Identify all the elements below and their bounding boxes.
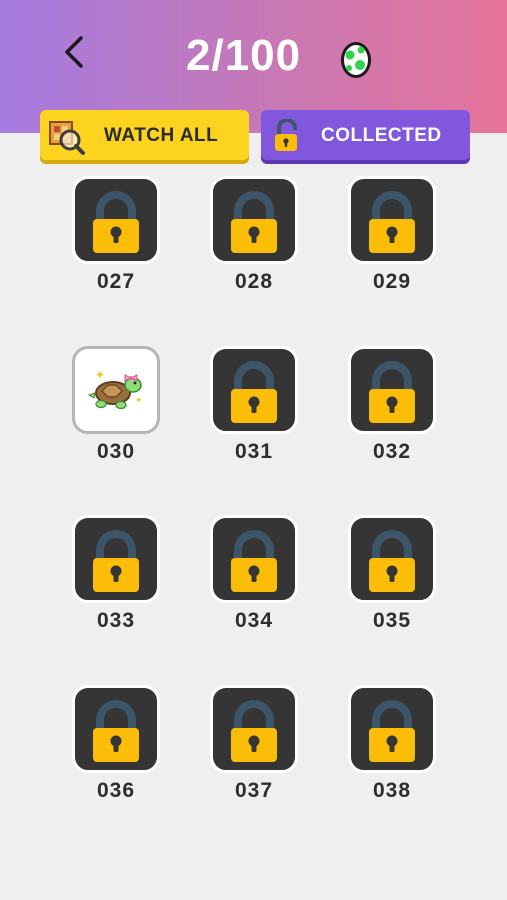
- item-number: 028: [234, 270, 274, 293]
- svg-text:✦: ✦: [95, 368, 105, 382]
- collection-item[interactable]: 029: [344, 176, 440, 306]
- padlock-icon: [93, 530, 139, 592]
- collection-item[interactable]: 034: [206, 515, 302, 645]
- padlock-icon: [93, 191, 139, 253]
- svg-text:✦: ✦: [135, 396, 143, 406]
- collected-label: COLLECTED: [321, 125, 442, 146]
- item-number: 037: [234, 779, 274, 802]
- collection-item[interactable]: 036: [68, 685, 164, 815]
- magnifier-pixel-icon: [49, 121, 85, 155]
- padlock-icon: [231, 191, 277, 253]
- locked-item-tile[interactable]: [348, 346, 436, 434]
- item-number: 030: [96, 440, 136, 463]
- collection-counter: 2/100: [186, 31, 302, 80]
- collected-tab[interactable]: COLLECTED: [261, 110, 470, 160]
- padlock-icon: [369, 700, 415, 762]
- padlock-icon: [369, 191, 415, 253]
- back-button[interactable]: [52, 30, 96, 74]
- watch-all-label: WATCH ALL: [104, 125, 219, 146]
- item-number: 027: [96, 270, 136, 293]
- locked-item-tile[interactable]: [210, 685, 298, 773]
- padlock-icon: [231, 700, 277, 762]
- collection-item[interactable]: ✦ ✦ 030: [68, 346, 164, 476]
- collection-item[interactable]: 038: [344, 685, 440, 815]
- chevron-left-icon: [65, 36, 83, 68]
- item-number: 035: [372, 609, 412, 632]
- item-number: 029: [372, 270, 412, 293]
- collection-item[interactable]: 027: [68, 176, 164, 306]
- item-number: 034: [234, 609, 274, 632]
- unlocked-item-tile[interactable]: ✦ ✦: [72, 346, 160, 434]
- item-number: 033: [96, 609, 136, 632]
- locked-item-tile[interactable]: [72, 685, 160, 773]
- locked-item-tile[interactable]: [210, 176, 298, 264]
- item-number: 036: [96, 779, 136, 802]
- locked-item-tile[interactable]: [348, 515, 436, 603]
- locked-item-tile[interactable]: [72, 515, 160, 603]
- collection-item[interactable]: 035: [344, 515, 440, 645]
- padlock-icon: [369, 530, 415, 592]
- locked-item-tile[interactable]: [210, 346, 298, 434]
- collection-item[interactable]: 033: [68, 515, 164, 645]
- collection-item[interactable]: 028: [206, 176, 302, 306]
- item-number: 031: [234, 440, 274, 463]
- locked-item-tile[interactable]: [72, 176, 160, 264]
- padlock-icon: [231, 530, 277, 592]
- collection-item[interactable]: 032: [344, 346, 440, 476]
- item-number: 032: [372, 440, 412, 463]
- padlock-icon: [231, 361, 277, 423]
- item-number: 038: [372, 779, 412, 802]
- open-padlock-icon: [275, 119, 297, 151]
- green-spotted-egg-icon: [341, 42, 371, 78]
- padlock-icon: [93, 700, 139, 762]
- collection-item[interactable]: 031: [206, 346, 302, 476]
- turtle-with-bow-icon: ✦✦: [87, 368, 143, 410]
- watch-all-tab[interactable]: WATCH ALL: [40, 110, 249, 160]
- locked-item-tile[interactable]: [348, 176, 436, 264]
- collection-item[interactable]: 037: [206, 685, 302, 815]
- padlock-icon: [369, 361, 415, 423]
- locked-item-tile[interactable]: [348, 685, 436, 773]
- locked-item-tile[interactable]: [210, 515, 298, 603]
